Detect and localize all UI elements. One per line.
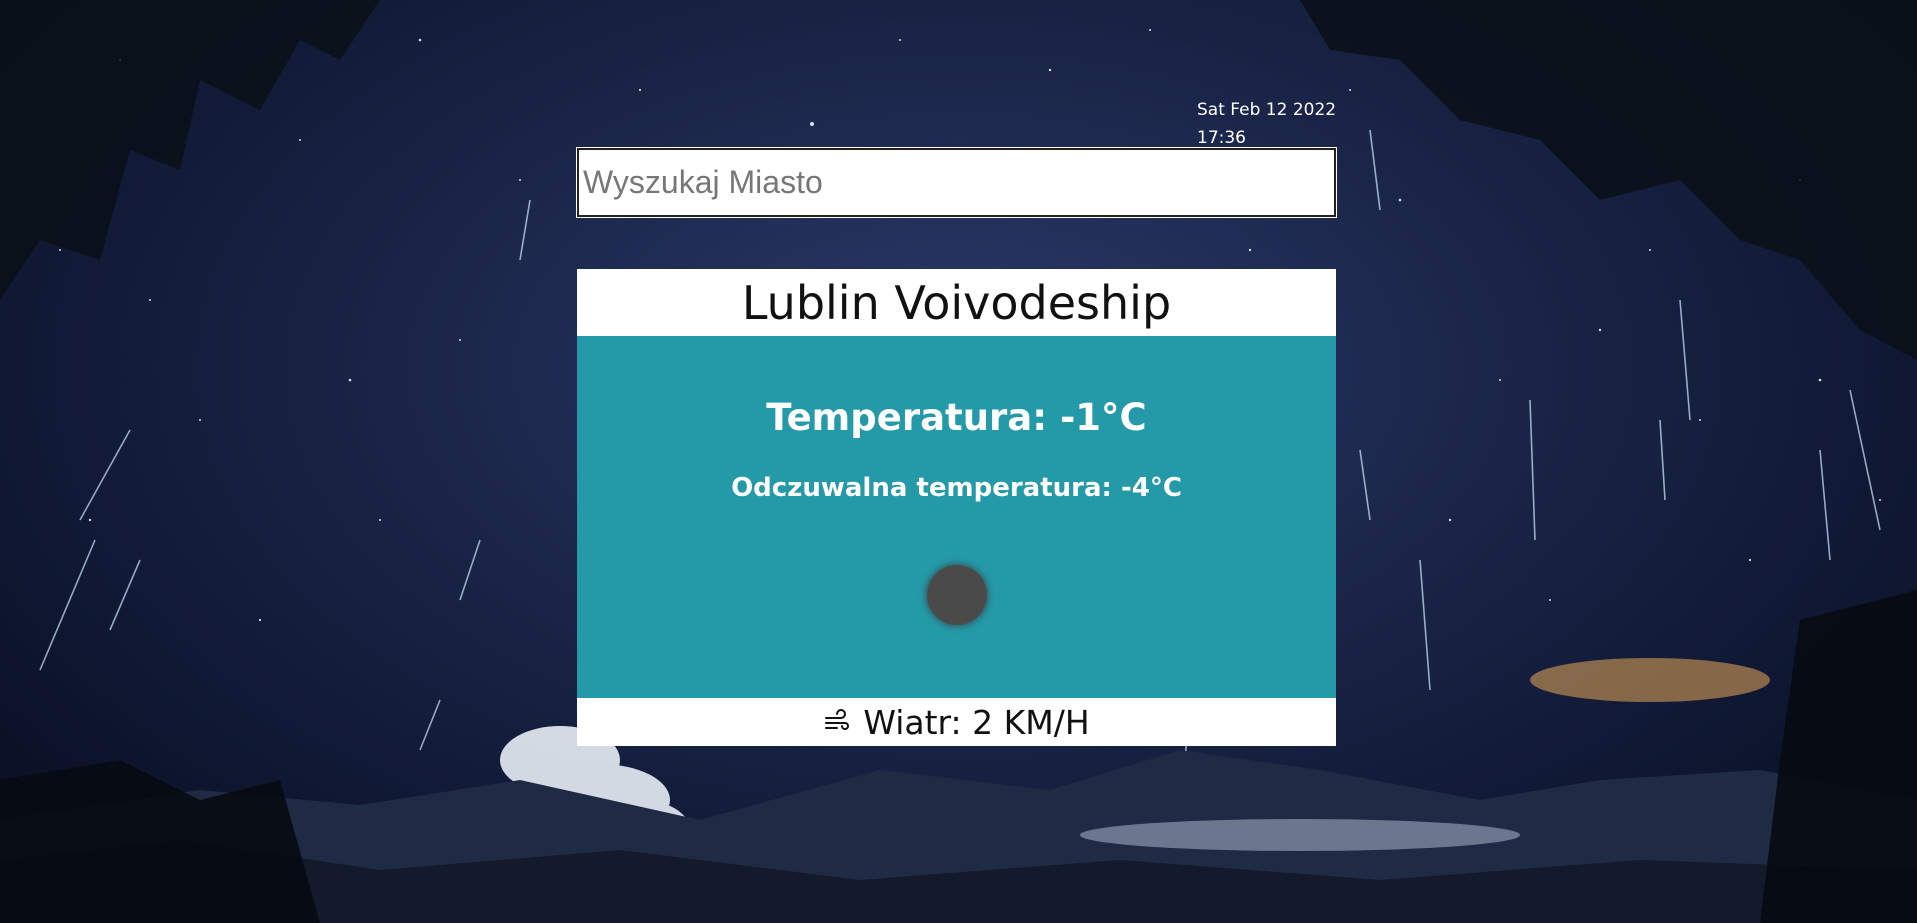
wind-label: Wiatr: 2 KM/H — [863, 702, 1090, 742]
wind-info: Wiatr: 2 KM/H — [577, 698, 1336, 746]
current-datetime: Sat Feb 12 2022 17:36 — [1197, 96, 1336, 152]
temperature-text: Temperatura: -1°C — [766, 396, 1147, 439]
dark-cloud-icon — [927, 565, 987, 625]
current-date: Sat Feb 12 2022 — [1197, 100, 1337, 120]
weather-card: Lublin Voivodeship Temperatura: -1°C Odc… — [577, 269, 1336, 746]
wind-icon — [823, 708, 851, 736]
feels-like-text: Odczuwalna temperatura: -4°C — [731, 473, 1182, 503]
city-search-input[interactable] — [576, 147, 1337, 218]
location-title: Lublin Voivodeship — [577, 269, 1336, 336]
weather-details: Temperatura: -1°C Odczuwalna temperatura… — [577, 336, 1336, 698]
